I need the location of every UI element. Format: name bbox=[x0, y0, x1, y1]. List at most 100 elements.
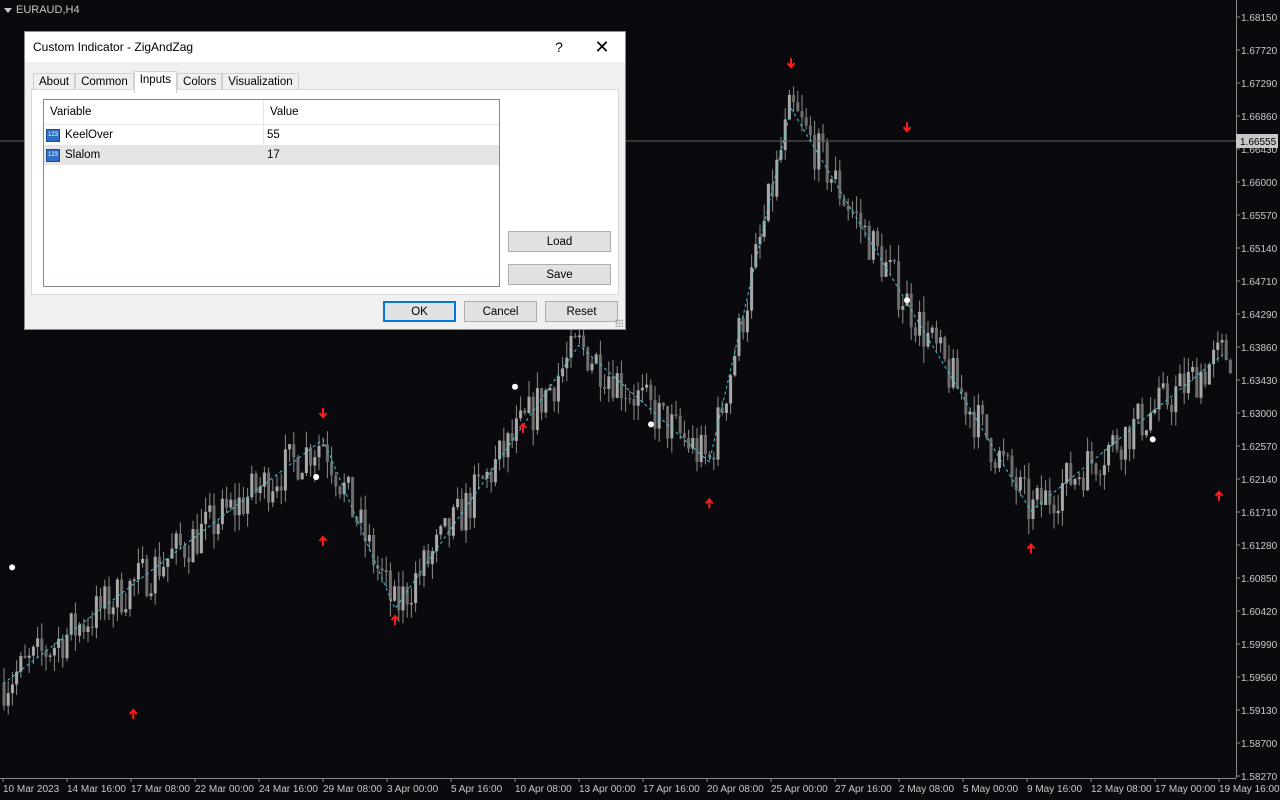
dialog-title-bar[interactable]: Custom Indicator - ZigAndZag ? ✕ bbox=[25, 32, 625, 62]
candle-body bbox=[1191, 367, 1195, 372]
candle-body bbox=[737, 318, 741, 356]
candle-body bbox=[481, 476, 485, 479]
price-tick-label: 1.61710 bbox=[1241, 508, 1278, 519]
candle-body bbox=[825, 142, 829, 183]
time-tick-label: 14 Mar 16:00 bbox=[67, 784, 126, 795]
candle-body bbox=[397, 586, 401, 611]
candle-body bbox=[166, 558, 170, 567]
candle-body bbox=[993, 462, 997, 469]
signal-dot bbox=[512, 383, 518, 390]
price-axis: 1.681501.677201.672901.668601.664301.660… bbox=[1236, 13, 1278, 783]
candle-body bbox=[943, 337, 947, 360]
candle-body bbox=[552, 387, 556, 402]
candle-body bbox=[1182, 373, 1186, 394]
time-tick-label: 9 May 16:00 bbox=[1027, 784, 1082, 795]
candle-body bbox=[1035, 488, 1039, 500]
time-tick-label: 17 Mar 08:00 bbox=[131, 784, 190, 795]
candle-body bbox=[1014, 476, 1018, 491]
candle-body bbox=[577, 335, 581, 338]
candle-body bbox=[859, 212, 863, 228]
variable-cell: 123 KeelOver bbox=[44, 125, 264, 145]
sell-arrow-icon bbox=[318, 408, 328, 419]
candle-body bbox=[359, 509, 363, 523]
candle-body bbox=[1195, 367, 1199, 398]
candle-body bbox=[615, 373, 619, 398]
candle-body bbox=[443, 518, 447, 527]
candle-body bbox=[750, 267, 754, 311]
column-header-value[interactable]: Value bbox=[264, 100, 499, 124]
candle-body bbox=[514, 418, 518, 441]
candle-body bbox=[892, 260, 896, 262]
candle-body bbox=[569, 335, 573, 358]
candle-body bbox=[262, 472, 266, 487]
candle-body bbox=[78, 624, 82, 636]
help-button[interactable]: ? bbox=[539, 39, 579, 55]
table-row[interactable]: 123 KeelOver 55 bbox=[44, 125, 499, 145]
candle-body bbox=[145, 558, 149, 597]
candle-body bbox=[317, 445, 321, 458]
value-cell[interactable]: 17 bbox=[264, 145, 499, 165]
candle-body bbox=[913, 327, 917, 336]
reset-button[interactable]: Reset bbox=[545, 301, 618, 322]
price-tick-label: 1.66860 bbox=[1241, 112, 1278, 123]
indicator-dialog: Custom Indicator - ZigAndZag ? ✕ About C… bbox=[24, 31, 626, 330]
candle-body bbox=[1069, 463, 1073, 485]
candle-body bbox=[926, 332, 930, 347]
candle-body bbox=[670, 414, 674, 439]
candle-body bbox=[204, 511, 208, 524]
candle-body bbox=[212, 505, 216, 535]
candle-body bbox=[703, 434, 707, 454]
candle-body bbox=[384, 570, 388, 572]
price-tick-label: 1.58270 bbox=[1241, 772, 1278, 783]
tab-inputs[interactable]: Inputs bbox=[133, 71, 178, 93]
ok-button[interactable]: OK bbox=[383, 301, 456, 322]
candle-body bbox=[1216, 342, 1220, 350]
candle-body bbox=[1065, 463, 1069, 484]
candle-body bbox=[94, 596, 98, 628]
save-button[interactable]: Save bbox=[508, 264, 611, 285]
candle-body bbox=[48, 655, 52, 657]
candle-body bbox=[678, 415, 682, 434]
close-button[interactable]: ✕ bbox=[579, 37, 625, 58]
candle-body bbox=[292, 444, 296, 458]
load-button[interactable]: Load bbox=[508, 231, 611, 252]
candle-body bbox=[817, 133, 821, 170]
candle-body bbox=[338, 486, 342, 495]
candle-body bbox=[456, 498, 460, 508]
candle-body bbox=[1052, 504, 1056, 514]
integer-icon: 123 bbox=[46, 148, 60, 162]
column-header-variable[interactable]: Variable bbox=[44, 100, 264, 124]
candle-body bbox=[275, 486, 279, 492]
candle-body bbox=[1123, 426, 1127, 460]
resize-grip-icon[interactable] bbox=[615, 319, 623, 327]
time-tick-label: 25 Apr 00:00 bbox=[771, 784, 828, 795]
candle-body bbox=[124, 609, 128, 613]
candle-body bbox=[367, 534, 371, 542]
candle-body bbox=[800, 111, 804, 118]
candle-body bbox=[149, 593, 153, 597]
candle-body bbox=[27, 655, 31, 658]
candle-body bbox=[1207, 364, 1211, 385]
candle-body bbox=[451, 507, 455, 536]
candle-body bbox=[23, 656, 27, 658]
time-tick-label: 12 May 08:00 bbox=[1091, 784, 1152, 795]
table-row[interactable]: 123 Slalom 17 bbox=[44, 145, 499, 165]
candle-body bbox=[632, 399, 636, 406]
candle-body bbox=[867, 225, 871, 260]
variable-name: Slalom bbox=[65, 149, 101, 161]
price-tick-label: 1.59560 bbox=[1241, 673, 1278, 684]
symbol-label[interactable]: EURAUD,H4 bbox=[4, 4, 80, 16]
price-tick-label: 1.59130 bbox=[1241, 706, 1278, 717]
value-cell[interactable]: 55 bbox=[264, 125, 499, 145]
symbol-text: EURAUD,H4 bbox=[16, 4, 80, 16]
price-tick-label: 1.61280 bbox=[1241, 541, 1278, 552]
candle-body bbox=[582, 335, 586, 348]
candle-body bbox=[1018, 477, 1022, 491]
time-tick-label: 19 May 16:00 bbox=[1219, 784, 1280, 795]
cancel-button[interactable]: Cancel bbox=[464, 301, 537, 322]
candle-body bbox=[598, 354, 602, 388]
price-tick-label: 1.64290 bbox=[1241, 310, 1278, 321]
candle-body bbox=[556, 376, 560, 402]
candle-body bbox=[876, 231, 880, 247]
candle-body bbox=[128, 580, 132, 610]
